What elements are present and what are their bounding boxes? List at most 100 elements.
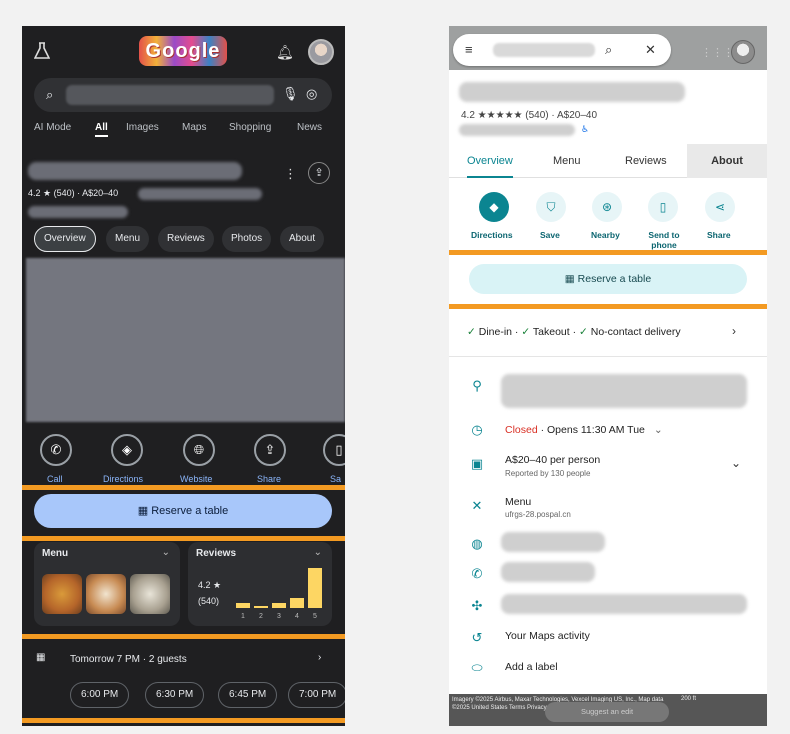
time-slot[interactable]: 6:45 PM (218, 682, 278, 708)
service-dine-in: Dine-in (478, 326, 512, 338)
reserve-table-button[interactable]: ▦ Reserve a table (469, 264, 747, 294)
directions-icon[interactable]: ◈ (111, 434, 143, 466)
save-bookmark-icon[interactable]: ⛉ (536, 192, 566, 222)
share-action-icon[interactable]: ⇪ (254, 434, 286, 466)
account-avatar[interactable] (308, 39, 334, 65)
chip-photos[interactable]: Photos (222, 226, 272, 252)
chevron-down-icon[interactable]: ⌄ (162, 547, 170, 558)
phone-icon: ✆ (471, 566, 483, 581)
share-label: Share (707, 230, 731, 240)
share-icon[interactable]: ⋖ (705, 192, 735, 222)
place-tabs: Overview Menu Reviews About (449, 144, 767, 178)
rating-line: 4.2 ★★★★★ (540) · A$20–40 (461, 110, 598, 121)
place-photo-redacted[interactable] (26, 258, 345, 422)
lens-camera-icon[interactable]: ◎ (306, 86, 317, 102)
save-icon[interactable]: ▯ (323, 434, 345, 466)
search-icon[interactable]: ⌕ (605, 42, 612, 58)
website-globe-icon[interactable]: 🌐︎ (183, 434, 215, 466)
google-doodle-logo[interactable]: Google (139, 36, 227, 66)
highlight-divider (22, 536, 345, 541)
rating-bar (272, 603, 286, 608)
more-options-icon[interactable]: ⋮ (284, 166, 297, 182)
reviews-card[interactable]: Reviews ⌄ 4.2 ★ (540) 1 2 3 4 5 (188, 542, 332, 626)
tab-all[interactable]: All (95, 122, 108, 137)
menu-link[interactable]: ufrgs-28.pospal.cn (505, 510, 571, 519)
tab-reviews[interactable]: Reviews (625, 144, 667, 178)
add-label-link[interactable]: Add a label (505, 661, 558, 673)
chip-reviews[interactable]: Reviews (158, 226, 214, 252)
apps-grid-icon[interactable]: ⋮⋮⋮ (701, 46, 734, 59)
menu-photo[interactable] (42, 574, 82, 614)
search-icon: ⌕ (46, 87, 54, 102)
menu-photo[interactable] (86, 574, 126, 614)
reserve-label: Reserve a table (577, 273, 652, 285)
search-query-redacted (493, 43, 595, 57)
send-to-phone-label: Send to phone (648, 230, 680, 250)
chip-about[interactable]: About (280, 226, 325, 252)
reserve-label: Reserve a table (151, 505, 229, 517)
rating-bar (290, 598, 304, 608)
nearby-icon[interactable]: ⊛ (592, 192, 622, 222)
hours-row[interactable]: Closed · Opens 11:30 AM Tue ⌄ (505, 424, 663, 436)
search-query-redacted (66, 85, 274, 105)
hamburger-menu-icon[interactable]: ≡ (465, 42, 473, 57)
chevron-down-icon[interactable]: ⌄ (314, 547, 322, 558)
chevron-down-icon[interactable]: ⌄ (731, 456, 741, 470)
rating-bar (236, 603, 250, 608)
time-slot[interactable]: 6:00 PM (70, 682, 130, 708)
close-icon[interactable]: ✕ (645, 42, 656, 58)
labs-flask-icon[interactable] (34, 42, 50, 60)
maps-activity-link[interactable]: Your Maps activity (505, 630, 590, 642)
rating-bar-label: 1 (241, 613, 245, 620)
reviews-rating: 4.2 ★ (198, 580, 222, 590)
tab-overview[interactable]: Overview (467, 144, 513, 178)
clock-icon: ◷ (471, 422, 483, 437)
rating-line: 4.2 ★ (540) · A$20–40 (28, 188, 119, 198)
search-bar[interactable]: ⌕ 🎙︎ ◎ (34, 78, 332, 112)
menu-photo[interactable] (130, 574, 170, 614)
tab-maps[interactable]: Maps (182, 122, 206, 133)
notifications-bell-icon[interactable]: 🔔︎ (276, 44, 294, 61)
location-pin-icon: ⚲ (472, 378, 482, 393)
menu-utensils-icon: ✕ (471, 498, 483, 513)
reserve-table-button[interactable]: ▦ Reserve a table (34, 494, 332, 528)
phone-redacted[interactable] (501, 562, 595, 582)
suggest-edit-button[interactable]: Suggest an edit (545, 702, 669, 722)
menu-title[interactable]: Menu (505, 496, 531, 508)
tab-shopping[interactable]: Shopping (229, 122, 271, 133)
chevron-down-icon[interactable]: ⌄ (654, 424, 663, 436)
plus-code-redacted[interactable] (501, 594, 747, 614)
address-redacted[interactable] (501, 374, 747, 408)
account-avatar[interactable] (731, 40, 755, 64)
service-options[interactable]: ✓ Dine-in · ✓ Takeout · ✓ No-contact del… (467, 326, 681, 338)
tab-menu[interactable]: Menu (553, 144, 581, 178)
share-icon[interactable]: ⇪ (308, 162, 330, 184)
time-slot[interactable]: 7:00 PM (288, 682, 345, 708)
tab-ai-mode[interactable]: AI Mode (34, 122, 71, 133)
map-footer: Imagery ©2025 Airbus, Maxar Technologies… (449, 694, 767, 726)
chevron-right-icon[interactable]: › (732, 324, 736, 338)
save-label: Save (540, 230, 560, 240)
business-name-redacted (459, 82, 685, 102)
highlight-divider (449, 304, 767, 309)
mic-icon[interactable]: 🎙︎ (282, 86, 299, 102)
call-icon[interactable]: ✆ (40, 434, 72, 466)
send-to-phone-icon[interactable]: ▯ (648, 192, 678, 222)
website-redacted[interactable] (501, 532, 605, 552)
maps-search-bar[interactable]: ≡ ⌕ ✕ (453, 34, 671, 66)
tab-news[interactable]: News (297, 122, 322, 133)
tab-images[interactable]: Images (126, 122, 159, 133)
menu-card[interactable]: Menu ⌄ (34, 542, 180, 626)
rating-bar-label: 3 (277, 613, 281, 620)
accessibility-icon: ♿︎ (581, 124, 590, 134)
chip-menu[interactable]: Menu (106, 226, 150, 252)
tab-about[interactable]: About (687, 144, 767, 178)
directions-icon[interactable]: ◆ (479, 192, 509, 222)
booking-row[interactable]: ▦ Tomorrow 7 PM · 2 guests › (36, 652, 336, 668)
time-slot[interactable]: 6:30 PM (145, 682, 205, 708)
chip-overview[interactable]: Overview (34, 226, 96, 252)
service-delivery: No-contact delivery (590, 326, 681, 338)
chevron-right-icon[interactable]: › (318, 652, 321, 663)
check-icon: ✓ (467, 326, 476, 338)
hours-opens: · Opens 11:30 AM Tue (537, 424, 645, 436)
